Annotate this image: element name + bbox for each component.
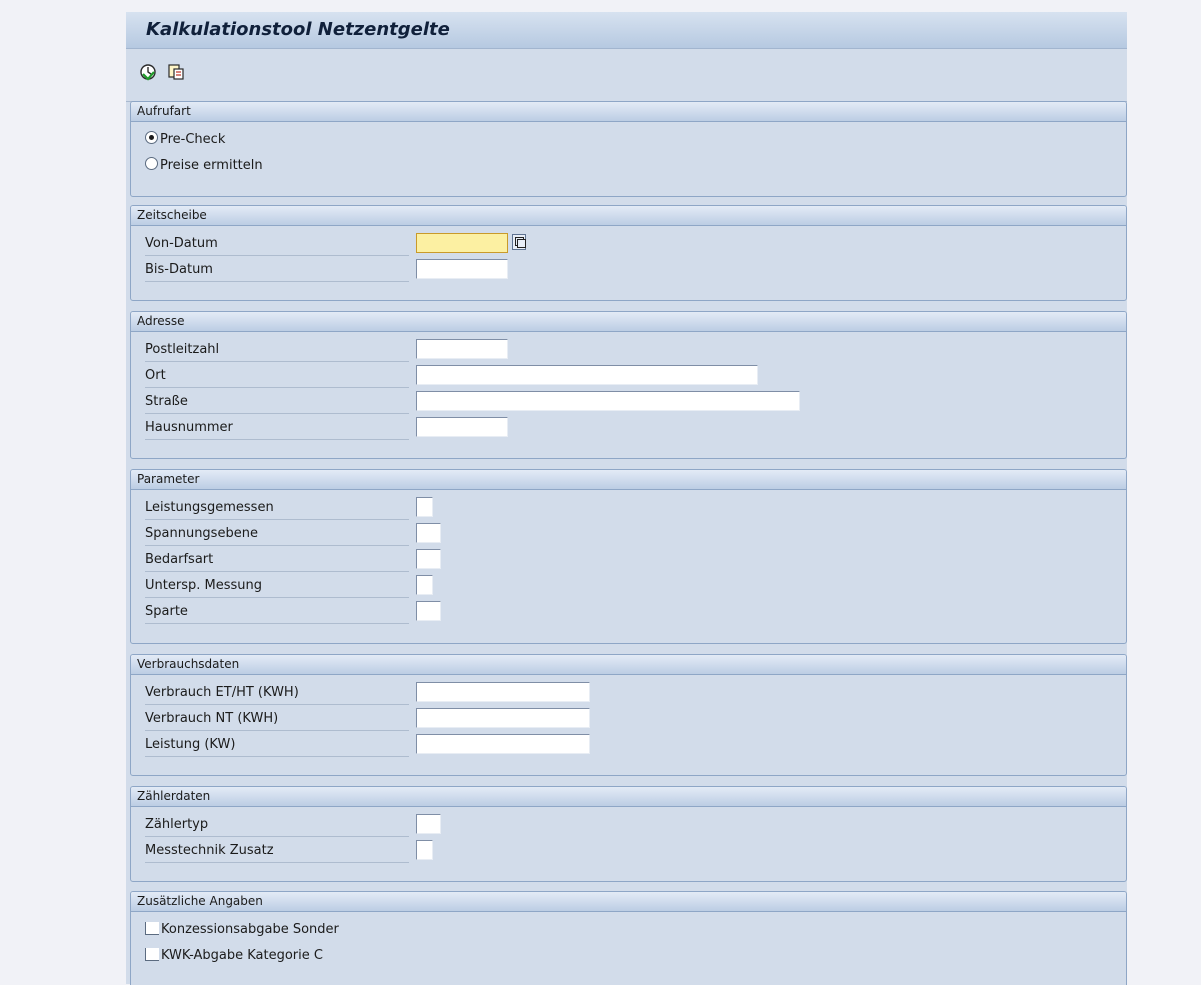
- page-title: Kalkulationstool Netzentgelte: [146, 19, 450, 40]
- zaehlertyp-label: Zählertyp: [145, 813, 409, 837]
- postleitzahl-label: Postleitzahl: [145, 338, 409, 362]
- sap-screen: Kalkulationstool Netzentgelte Aufrufart …: [126, 12, 1127, 985]
- sparte-label: Sparte: [145, 600, 409, 624]
- checkbox-row-kwk-abgabe[interactable]: KWK-Abgabe Kategorie C: [145, 946, 323, 966]
- hausnummer-label: Hausnummer: [145, 416, 409, 440]
- group-zeitscheibe: Zeitscheibe Von-Datum Bis-Datum: [130, 205, 1127, 301]
- application-toolbar: [126, 49, 1127, 102]
- von-datum-label: Von-Datum: [145, 232, 409, 256]
- bis-datum-label: Bis-Datum: [145, 258, 409, 282]
- group-header: Zusätzliche Angaben: [131, 892, 1126, 912]
- messtechnik-zusatz-input[interactable]: [416, 840, 433, 860]
- checkbox-label: Konzessionsabgabe Sonder: [161, 922, 339, 937]
- group-header: Zählerdaten: [131, 787, 1126, 807]
- leistung-input[interactable]: [416, 734, 590, 754]
- sparte-input[interactable]: [416, 601, 441, 621]
- bedarfsart-label: Bedarfsart: [145, 548, 409, 572]
- von-datum-input[interactable]: [416, 233, 508, 253]
- hausnummer-input[interactable]: [416, 417, 508, 437]
- leistungsgemessen-label: Leistungsgemessen: [145, 496, 409, 520]
- title-bar: Kalkulationstool Netzentgelte: [126, 12, 1127, 49]
- group-header: Adresse: [131, 312, 1126, 332]
- verbrauch-et-ht-label: Verbrauch ET/HT (KWH): [145, 681, 409, 705]
- radio-preise-ermitteln[interactable]: Preise ermitteln: [145, 156, 263, 176]
- group-parameter: Parameter Leistungsgemessen Spannungsebe…: [130, 469, 1127, 644]
- group-header: Zeitscheibe: [131, 206, 1126, 226]
- group-header: Parameter: [131, 470, 1126, 490]
- spannungsebene-input[interactable]: [416, 523, 441, 543]
- checkbox-label: KWK-Abgabe Kategorie C: [161, 948, 323, 963]
- verbrauch-nt-input[interactable]: [416, 708, 590, 728]
- leistungsgemessen-input[interactable]: [416, 497, 433, 517]
- group-adresse: Adresse Postleitzahl Ort Straße Hausnumm…: [130, 311, 1127, 459]
- radio-label: Pre-Check: [160, 132, 226, 147]
- group-header: Aufrufart: [131, 102, 1126, 122]
- radio-button[interactable]: [145, 157, 158, 170]
- leistung-label: Leistung (KW): [145, 733, 409, 757]
- ort-input[interactable]: [416, 365, 758, 385]
- spannungsebene-label: Spannungsebene: [145, 522, 409, 546]
- postleitzahl-input[interactable]: [416, 339, 508, 359]
- radio-button[interactable]: [145, 131, 158, 144]
- group-aufrufart: Aufrufart Pre-Check Preise ermitteln: [130, 101, 1127, 197]
- group-zusaetzliche-angaben: Zusätzliche Angaben Konzessionsabgabe So…: [130, 891, 1127, 985]
- group-header: Verbrauchsdaten: [131, 655, 1126, 675]
- konzessionsabgabe-checkbox[interactable]: [145, 922, 159, 935]
- verbrauch-et-ht-input[interactable]: [416, 682, 590, 702]
- strasse-input[interactable]: [416, 391, 800, 411]
- checkbox-row-konzessionsabgabe[interactable]: Konzessionsabgabe Sonder: [145, 920, 339, 940]
- untersp-messung-label: Untersp. Messung: [145, 574, 409, 598]
- program-icon[interactable]: [167, 63, 185, 81]
- value-help-icon[interactable]: [512, 234, 526, 250]
- execute-icon[interactable]: [139, 63, 157, 81]
- kwk-abgabe-checkbox[interactable]: [145, 948, 159, 961]
- bedarfsart-input[interactable]: [416, 549, 441, 569]
- zaehlertyp-input[interactable]: [416, 814, 441, 834]
- messtechnik-zusatz-label: Messtechnik Zusatz: [145, 839, 409, 863]
- verbrauch-nt-label: Verbrauch NT (KWH): [145, 707, 409, 731]
- radio-label: Preise ermitteln: [160, 158, 263, 173]
- radio-pre-check[interactable]: Pre-Check: [145, 130, 225, 150]
- group-verbrauchsdaten: Verbrauchsdaten Verbrauch ET/HT (KWH) Ve…: [130, 654, 1127, 776]
- bis-datum-input[interactable]: [416, 259, 508, 279]
- strasse-label: Straße: [145, 390, 409, 414]
- group-zaehlerdaten: Zählerdaten Zählertyp Messtechnik Zusatz: [130, 786, 1127, 882]
- ort-label: Ort: [145, 364, 409, 388]
- untersp-messung-input[interactable]: [416, 575, 433, 595]
